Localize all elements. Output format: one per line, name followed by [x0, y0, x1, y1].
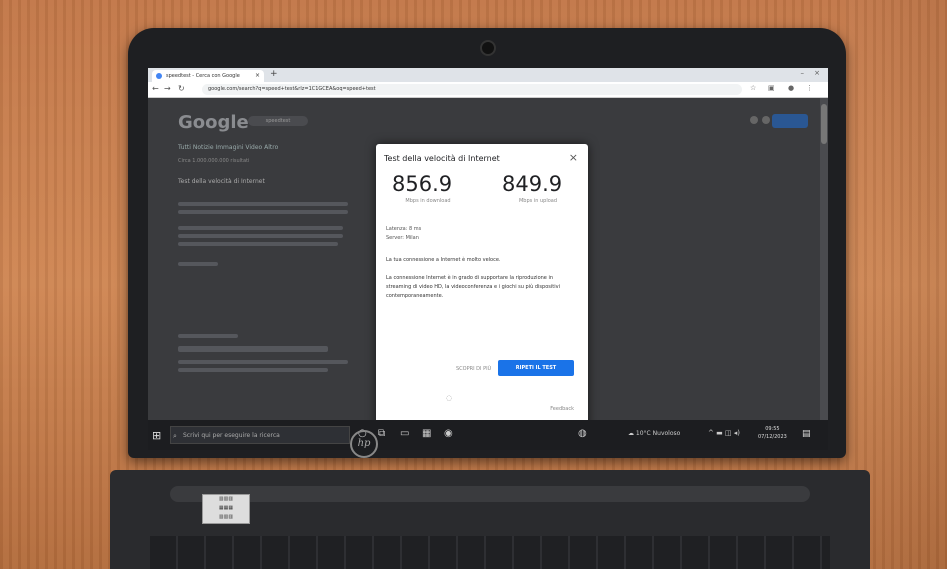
page-scrollbar[interactable] [820, 98, 828, 420]
windows-taskbar: ⊞ ⌕ Scrivi qui per eseguire la ricerca ○… [148, 420, 828, 450]
upload-label: Mbps in upload [518, 198, 558, 204]
google-logo: Google [178, 112, 249, 133]
edge-icon[interactable]: ◍ [578, 428, 587, 439]
clock-time: 09:55 [765, 426, 780, 432]
system-tray-icons[interactable]: ^ ▬ ◫ ◂) [708, 429, 740, 437]
keyboard-keys [150, 536, 830, 569]
url-text: google.com/search?q=speed+test&rlz=1C1GC… [208, 86, 376, 92]
reload-icon[interactable]: ↻ [178, 84, 185, 93]
result-line [178, 210, 348, 214]
browser-tab-bar: speedtest - Cerca con Google × + – × [148, 68, 828, 82]
weather-text: 10°C Nuvoloso [635, 430, 681, 437]
loading-indicator-icon: ◌ [446, 394, 453, 402]
speedtest-dialog: Test della velocità di Internet × 856.9 … [376, 144, 588, 450]
result-line [178, 346, 328, 352]
result-line [178, 226, 343, 230]
webcam [480, 40, 496, 56]
window-close-icon[interactable]: × [814, 69, 820, 77]
chrome-icon[interactable]: ◉ [444, 428, 453, 439]
taskbar-search-placeholder: Scrivi qui per eseguire la ricerca [183, 432, 280, 439]
latency-text: Latenza: 8 ms [386, 226, 422, 232]
laptop-hinge [170, 486, 810, 502]
dialog-title: Test della velocità di Internet [384, 154, 500, 163]
hp-logo: hp [350, 430, 378, 458]
back-icon[interactable]: ← [152, 84, 159, 93]
windows-start-icon[interactable]: ⊞ [152, 429, 161, 442]
address-bar[interactable]: google.com/search?q=speed+test&rlz=1C1GC… [202, 84, 742, 95]
result-count: Circa 1.000.000.000 risultati [178, 158, 250, 164]
learn-more-button[interactable]: SCOPRI DI PIÙ [456, 366, 491, 372]
result-line [178, 262, 218, 266]
profile-icon[interactable]: ● [788, 84, 794, 92]
result-line [178, 360, 348, 364]
task-view-icon[interactable]: ⧉ [378, 428, 385, 439]
tab-title: speedtest - Cerca con Google [166, 73, 240, 79]
search-tabs[interactable]: Tutti Notizie Immagini Video Altro [178, 144, 278, 151]
download-speed: 856.9 [392, 172, 453, 196]
search-text: speedtest [265, 118, 291, 124]
apps-icon[interactable] [762, 116, 770, 124]
speed-message: La tua connessione a Internet è molto ve… [386, 257, 501, 263]
browser-tab[interactable]: speedtest - Cerca con Google × [152, 70, 264, 82]
feedback-link[interactable]: Feedback [550, 406, 574, 412]
cloud-icon: ☁ [628, 430, 636, 437]
download-label: Mbps in download [405, 198, 451, 204]
taskbar-clock[interactable]: 09:55 07/12/2023 [758, 425, 787, 441]
address-bar-row: ← → ↻ google.com/search?q=speed+test&rlz… [148, 82, 828, 98]
retry-test-button[interactable]: RIPETI IL TEST [498, 360, 574, 376]
clock-date: 07/12/2023 [758, 434, 787, 440]
barcode-sticker: ▥▥▥ ▦▦▦ ▥▥▥ [202, 494, 250, 524]
detail-message: La connessione Internet è in grado di su… [386, 275, 560, 299]
weather-widget[interactable]: ☁ 10°C Nuvoloso [628, 430, 680, 437]
extensions-icon[interactable]: ▣ [768, 84, 775, 92]
scrollbar-thumb[interactable] [821, 104, 827, 144]
new-tab-button[interactable]: + [270, 69, 278, 79]
forward-icon[interactable]: → [164, 84, 171, 93]
file-explorer-icon[interactable]: ▭ [400, 428, 409, 439]
google-favicon-icon [156, 73, 162, 79]
menu-icon[interactable]: ⋮ [806, 84, 813, 92]
server-text: Server: Milan [386, 235, 419, 241]
sign-in-button[interactable] [772, 114, 808, 128]
result-line [178, 234, 343, 238]
settings-icon[interactable] [750, 116, 758, 124]
laptop-base: ▥▥▥ ▦▦▦ ▥▥▥ [110, 470, 870, 569]
result-line [178, 202, 348, 206]
dialog-close-icon[interactable]: × [569, 151, 578, 164]
result-line [178, 368, 328, 372]
result-heading: Test della velocità di Internet [178, 178, 265, 185]
bookmark-star-icon[interactable]: ☆ [750, 84, 756, 92]
result-line [178, 242, 338, 246]
result-line [178, 334, 238, 338]
laptop-lid: speedtest - Cerca con Google × + – × ← →… [128, 28, 846, 458]
google-search-box[interactable]: speedtest [248, 116, 308, 126]
store-icon[interactable]: ▦ [422, 428, 431, 439]
search-icon: ⌕ [173, 432, 177, 440]
laptop-screen: speedtest - Cerca con Google × + – × ← →… [148, 68, 828, 450]
tab-close-icon[interactable]: × [255, 70, 260, 82]
upload-speed: 849.9 [502, 172, 563, 196]
taskbar-search-box[interactable]: ⌕ Scrivi qui per eseguire la ricerca [170, 426, 350, 444]
minimize-icon[interactable]: – [801, 69, 805, 77]
notification-icon[interactable]: ▤ [802, 429, 811, 439]
